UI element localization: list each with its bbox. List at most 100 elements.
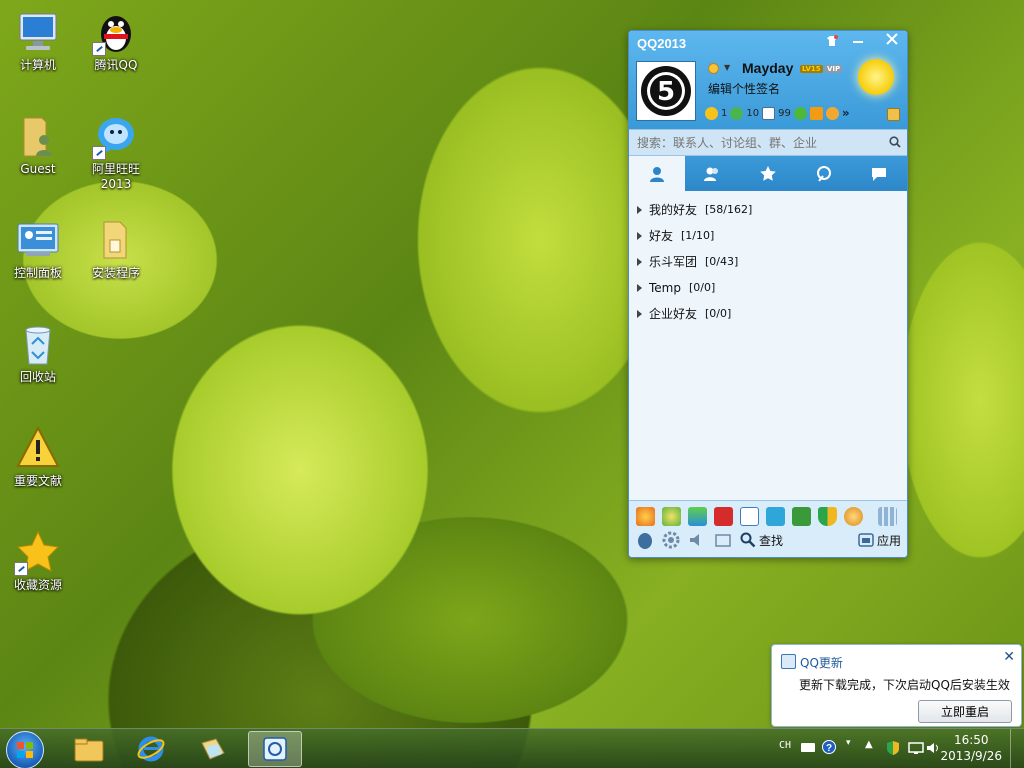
- taskbar-ie[interactable]: [124, 731, 178, 767]
- desktop-icon-installer[interactable]: 安装程序: [80, 216, 152, 281]
- signature-field[interactable]: 编辑个性签名: [708, 80, 780, 97]
- settings-gear-icon[interactable]: [662, 531, 680, 549]
- qq-security-shield-icon[interactable]: [886, 740, 900, 756]
- system-clock[interactable]: 16:50 2013/9/26: [940, 732, 1002, 764]
- avatar[interactable]: 5: [636, 61, 696, 121]
- desktop-icon-wangwang[interactable]: 阿里旺旺2013: [80, 112, 152, 192]
- help-icon[interactable]: ?: [822, 740, 836, 754]
- taskbar-library[interactable]: [186, 731, 240, 767]
- group-enterprise[interactable]: 企业好友 [0/0]: [629, 301, 907, 327]
- group-count: [0/0]: [705, 307, 732, 320]
- tab-favorites[interactable]: [740, 156, 796, 191]
- pinyin-icon[interactable]: [740, 507, 759, 526]
- tab-contacts[interactable]: [629, 156, 685, 191]
- tool-row: 查找 应用: [629, 526, 907, 549]
- tuan-icon[interactable]: [792, 507, 811, 526]
- qq-main-menu-icon[interactable]: [636, 531, 654, 549]
- taskbar-explorer[interactable]: [62, 731, 116, 767]
- expand-arrow-icon: [637, 310, 642, 318]
- group-temp[interactable]: Temp [0/0]: [629, 275, 907, 301]
- ime-options-icon[interactable]: ▾: [846, 738, 851, 748]
- group-friends[interactable]: 好友 [1/10]: [629, 223, 907, 249]
- nickname: Mayday: [742, 60, 794, 76]
- installer-folder-icon: [92, 216, 140, 264]
- find-label: 查找: [759, 533, 784, 548]
- find-button[interactable]: 查找: [740, 532, 783, 549]
- close-button[interactable]: [879, 31, 905, 51]
- restart-now-button[interactable]: 立即重启: [918, 700, 1012, 723]
- shopping-cart-icon[interactable]: [809, 106, 823, 120]
- app-launcher-row: [629, 501, 907, 526]
- notification-title: QQ更新: [800, 656, 843, 670]
- search-input[interactable]: [629, 130, 869, 155]
- desktop-icon-computer[interactable]: 计算机: [2, 8, 74, 73]
- pet-icon[interactable]: [825, 106, 839, 120]
- qq-update-icon: [781, 654, 796, 669]
- qq-music-icon[interactable]: [662, 507, 681, 526]
- more-icon[interactable]: »: [842, 106, 850, 120]
- desktop-icon-important-docs[interactable]: 重要文献: [2, 424, 74, 489]
- qzone-icon[interactable]: [730, 106, 744, 120]
- keyboard-icon[interactable]: [800, 741, 816, 755]
- vip-badge[interactable]: VIP: [825, 65, 843, 73]
- group-ledou[interactable]: 乐斗军团 [0/43]: [629, 249, 907, 275]
- desktop-icon-favorites[interactable]: 收藏资源: [2, 528, 74, 593]
- input-language-indicator[interactable]: CH: [779, 740, 791, 751]
- qq-video-icon[interactable]: [688, 507, 707, 526]
- desktop-icon-guest[interactable]: Guest: [2, 112, 74, 177]
- tab-qzone[interactable]: [796, 156, 852, 191]
- desktop-icon-control-panel[interactable]: 控制面板: [2, 216, 74, 281]
- clover-icon[interactable]: [793, 106, 807, 120]
- search-icon[interactable]: [889, 136, 901, 148]
- qq-pet-icon[interactable]: [844, 507, 863, 526]
- sound-icon[interactable]: [688, 531, 706, 549]
- notification-close-icon[interactable]: ✕: [1003, 649, 1015, 665]
- clock-date: 2013/9/26: [940, 749, 1002, 763]
- weiyun-icon[interactable]: [766, 507, 785, 526]
- level-badge[interactable]: LV15: [800, 65, 823, 73]
- magnifier-icon: [740, 532, 756, 548]
- status-dropdown-icon[interactable]: ▼: [724, 63, 730, 72]
- weather-sun-icon[interactable]: [858, 59, 894, 95]
- skin-button[interactable]: [819, 31, 845, 51]
- message-bubble-icon: [872, 167, 887, 181]
- warning-icon: [14, 424, 62, 472]
- app-manager-button[interactable]: 应用: [858, 532, 901, 549]
- desktop-icon-recycle-bin[interactable]: 回收站: [2, 320, 74, 385]
- qzone-count: 10: [746, 107, 760, 119]
- main-tabs: [629, 156, 907, 191]
- update-notification: QQ更新 ✕ 更新下载完成，下次启动QQ后安装生效 立即重启: [771, 644, 1022, 727]
- stock-icon[interactable]: [714, 507, 733, 526]
- qzone-circle-icon: [816, 165, 831, 182]
- desktop-icon-label: 阿里旺旺2013: [91, 162, 140, 191]
- group-count: [0/0]: [688, 281, 716, 294]
- security-shield-icon[interactable]: [818, 507, 837, 526]
- desktop-icon-label: Guest: [20, 162, 56, 176]
- mail-icon[interactable]: [762, 106, 776, 120]
- taskbar-qq-update[interactable]: [248, 731, 302, 767]
- windows-logo-icon: [17, 742, 33, 758]
- desktop-icon-qq[interactable]: 腾讯QQ: [80, 8, 152, 73]
- network-icon[interactable]: [908, 741, 924, 755]
- qq-update-app-icon: [263, 737, 287, 761]
- online-status-icon[interactable]: [708, 63, 719, 74]
- level-star-icon[interactable]: [705, 106, 718, 120]
- qq-game-icon[interactable]: [636, 507, 655, 526]
- desktop-icon-label: 收藏资源: [13, 578, 62, 592]
- close-icon: [886, 33, 898, 45]
- qq-header: QQ2013 5 ▼ Mayday LV15 VIP 编辑个性签名 1 10 9…: [629, 31, 907, 129]
- file-folder-icon[interactable]: [714, 531, 732, 549]
- group-count: [0/43]: [705, 255, 739, 268]
- desktop-icon-label: 安装程序: [91, 266, 140, 280]
- show-hidden-icons[interactable]: ▲: [865, 739, 873, 750]
- mailbox-icon[interactable]: [887, 108, 900, 121]
- start-button[interactable]: [6, 731, 44, 768]
- tab-messages[interactable]: [851, 156, 907, 191]
- minimize-button[interactable]: [845, 31, 871, 51]
- expand-arrow-icon: [637, 206, 642, 214]
- tab-groups[interactable]: [685, 156, 741, 191]
- show-desktop-button[interactable]: [1010, 729, 1024, 768]
- qq-bottom-bar: 查找 应用: [629, 500, 907, 557]
- app-grid-icon[interactable]: [878, 507, 897, 526]
- group-my-friends[interactable]: 我的好友 [58/162]: [629, 197, 907, 223]
